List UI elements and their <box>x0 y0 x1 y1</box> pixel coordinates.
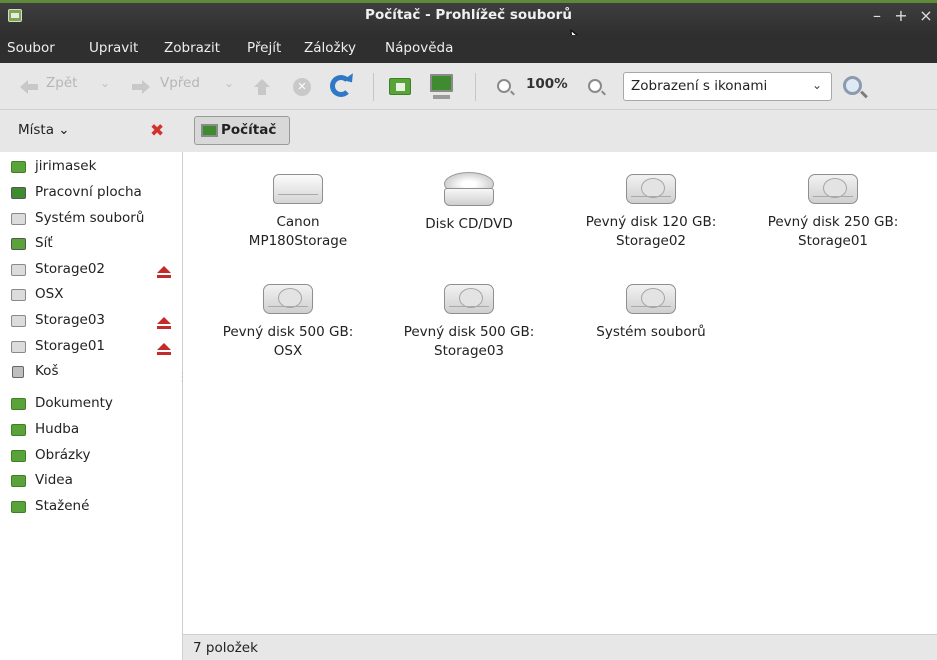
sidebar-item-label: Stažené <box>35 498 90 514</box>
drive-icon <box>11 289 26 301</box>
sidebar-item-label: Storage03 <box>35 312 105 328</box>
breadcrumb-computer[interactable]: Počítač <box>194 116 290 145</box>
zoom-in-icon[interactable] <box>588 79 602 93</box>
close-button[interactable]: × <box>918 6 934 25</box>
menu-edit[interactable]: Upravit <box>89 40 138 56</box>
sidebar-item-label: Dokumenty <box>35 395 113 411</box>
forward-arrow-icon[interactable] <box>132 80 150 94</box>
music-folder-icon <box>11 424 26 436</box>
item-label: Pevný disk 120 GB: Storage02 <box>585 214 717 249</box>
sidebar: jirimasek Pracovní plocha Systém souborů… <box>0 152 183 660</box>
videos-folder-icon <box>11 475 26 487</box>
places-dropdown[interactable]: Místa ⌄ <box>18 122 70 138</box>
removable-drive-icon <box>273 174 323 204</box>
item-label: Systém souborů <box>596 324 706 340</box>
item-label: Disk CD/DVD <box>425 216 513 232</box>
icon-view: Canon MP180Storage Disk CD/DVD Pevný disk… <box>190 152 937 634</box>
item-storage02[interactable]: Pevný disk 120 GB: Storage02 <box>561 174 741 251</box>
menu-help[interactable]: Nápověda <box>385 40 453 56</box>
menu-bookmarks[interactable]: Záložky <box>304 40 356 56</box>
sidebar-item-label: Síť <box>35 235 53 251</box>
sidebar-item-label: Storage02 <box>35 261 105 277</box>
drive-icon <box>11 315 26 327</box>
sidebar-item-label: Storage01 <box>35 338 105 354</box>
maximize-button[interactable]: + <box>893 6 909 25</box>
window-title: Počítač - Prohlížeč souborů <box>365 7 572 23</box>
stop-icon[interactable]: ✕ <box>293 78 311 96</box>
hard-disk-icon <box>626 284 676 314</box>
item-filesystem[interactable]: Systém souborů <box>561 284 741 342</box>
sidebar-item-label: jirimasek <box>35 158 97 174</box>
trash-icon <box>12 366 24 378</box>
zoom-level: 100% <box>526 76 568 92</box>
sidebar-item-label: Pracovní plocha <box>35 184 142 200</box>
sidebar-item-label: Videa <box>35 472 73 488</box>
menu-go[interactable]: Přejít <box>247 40 281 56</box>
up-arrow-icon[interactable] <box>254 79 270 95</box>
menu-bar: Soubor Upravit Zobrazit Přejít Záložky N… <box>0 35 937 63</box>
drive-icon <box>11 264 26 276</box>
status-bar: 7 položek <box>183 634 937 660</box>
sidebar-item-label: Hudba <box>35 421 80 437</box>
view-mode-value: Zobrazení s ikonami <box>631 78 768 94</box>
computer-icon[interactable] <box>430 74 453 99</box>
item-storage03[interactable]: Pevný disk 500 GB: Storage03 <box>379 284 559 361</box>
title-bar: Počítač - Prohlížeč souborů – + × <box>0 0 937 35</box>
item-cd-dvd[interactable]: Disk CD/DVD <box>379 172 559 234</box>
breadcrumb-label: Počítač <box>221 122 277 138</box>
item-canon[interactable]: Canon MP180Storage <box>208 174 388 251</box>
search-icon[interactable] <box>843 76 862 95</box>
close-sidebar-icon[interactable]: ✖ <box>150 121 164 141</box>
back-history-chevron-icon[interactable]: ⌄ <box>100 76 110 90</box>
network-icon <box>11 238 26 250</box>
location-bar: Místa ⌄ ✖ Počítač <box>0 110 937 152</box>
home-folder-icon <box>11 161 26 173</box>
zoom-out-icon[interactable] <box>497 79 511 93</box>
hard-disk-icon <box>808 174 858 204</box>
item-label: Canon MP180Storage <box>248 214 348 249</box>
status-text: 7 položek <box>193 640 258 656</box>
reload-icon[interactable] <box>330 75 352 97</box>
places-label: Místa <box>18 122 54 138</box>
forward-button[interactable]: Vpřed <box>160 75 200 91</box>
back-button[interactable]: Zpět <box>46 75 77 91</box>
computer-icon <box>201 124 218 137</box>
hard-disk-icon <box>263 284 313 314</box>
back-arrow-icon[interactable] <box>20 80 38 94</box>
toolbar-separator <box>475 73 476 101</box>
item-label: Pevný disk 250 GB: Storage01 <box>767 214 899 249</box>
sidebar-item-label: OSX <box>35 286 64 302</box>
pane-resize-handle[interactable]: · · · <box>181 370 187 392</box>
downloads-folder-icon <box>11 501 26 513</box>
home-folder-icon[interactable] <box>389 78 411 95</box>
chevron-down-icon: ⌄ <box>811 78 822 92</box>
toolbar: Zpět ⌄ Vpřed ⌄ ✕ 100% Zobrazení s ikonam… <box>0 63 937 110</box>
cd-dvd-icon <box>444 172 494 206</box>
pictures-folder-icon <box>11 450 26 462</box>
eject-icon[interactable] <box>157 343 171 356</box>
hard-disk-icon <box>444 284 494 314</box>
desktop-icon <box>11 187 26 199</box>
sidebar-item-label: Systém souborů <box>35 210 145 226</box>
view-mode-select[interactable]: Zobrazení s ikonami ⌄ <box>623 72 832 101</box>
toolbar-separator <box>373 73 374 101</box>
drive-icon <box>11 341 26 353</box>
hard-disk-icon <box>626 174 676 204</box>
eject-icon[interactable] <box>157 317 171 330</box>
forward-history-chevron-icon[interactable]: ⌄ <box>224 76 234 90</box>
eject-icon[interactable] <box>157 266 171 279</box>
drive-icon <box>11 213 26 225</box>
sidebar-item-label: Koš <box>35 363 59 379</box>
menu-file[interactable]: Soubor <box>7 40 55 56</box>
item-label: Pevný disk 500 GB: Storage03 <box>403 324 535 359</box>
minimize-button[interactable]: – <box>869 6 885 25</box>
item-osx[interactable]: Pevný disk 500 GB: OSX <box>198 284 378 361</box>
item-storage01[interactable]: Pevný disk 250 GB: Storage01 <box>743 174 923 251</box>
sidebar-item-label: Obrázky <box>35 447 91 463</box>
documents-folder-icon <box>11 398 26 410</box>
menu-view[interactable]: Zobrazit <box>164 40 220 56</box>
item-label: Pevný disk 500 GB: OSX <box>222 324 354 359</box>
